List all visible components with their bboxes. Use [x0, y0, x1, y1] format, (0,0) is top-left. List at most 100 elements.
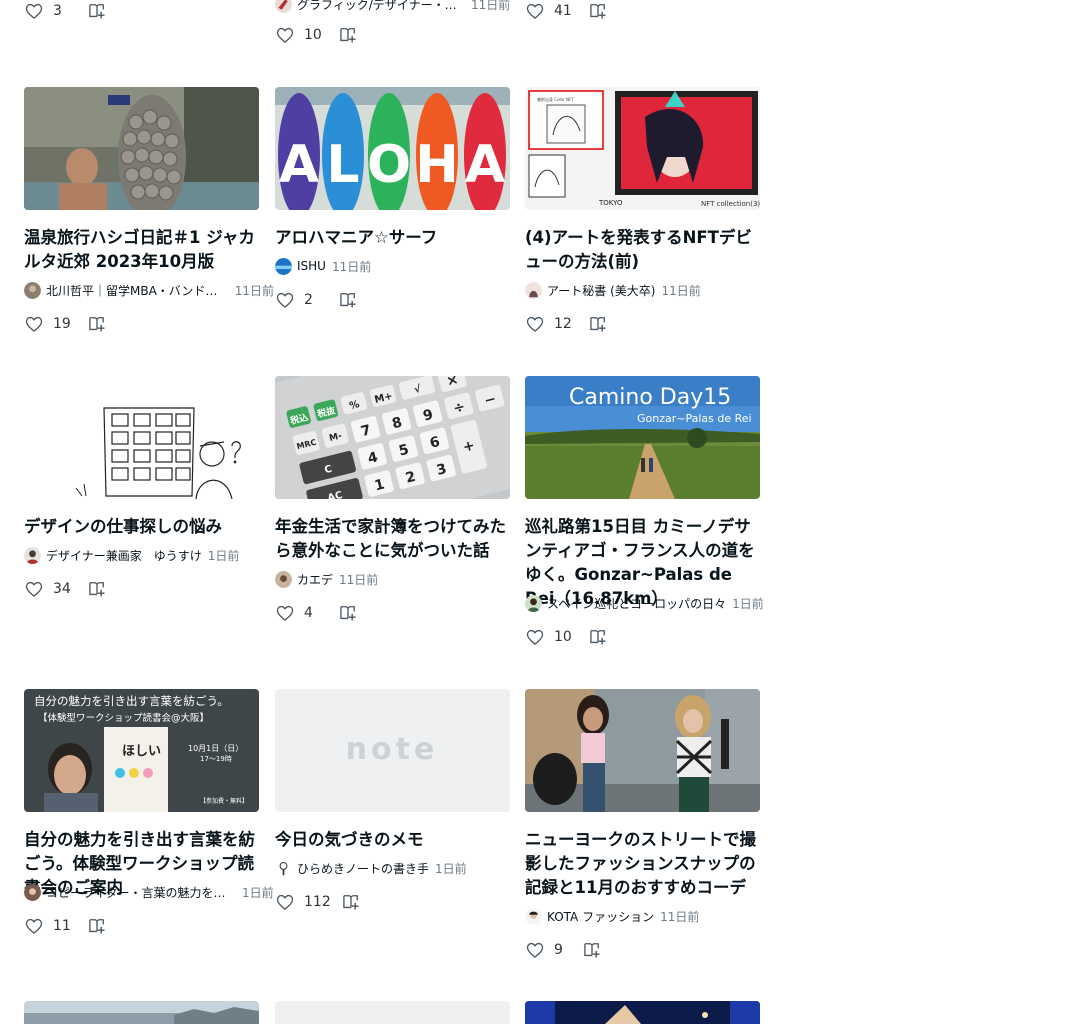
- author-line: デザイナー兼画家 ゆうすけ 1日前: [24, 546, 274, 564]
- avatar[interactable]: [24, 546, 41, 564]
- avatar[interactable]: [525, 594, 542, 612]
- like-count: 2: [304, 292, 313, 308]
- avatar[interactable]: [275, 257, 292, 275]
- like-icon[interactable]: [275, 603, 295, 623]
- like-count: 12: [554, 316, 572, 332]
- workshop-subheading: 【体験型ワークショップ読書会@大阪】: [38, 712, 209, 724]
- card-actions: 11: [24, 914, 107, 938]
- workshop-fee: 【参加費・無料】: [200, 797, 248, 805]
- author-name[interactable]: 北川哲平｜留学MBA・バンドン在住: [46, 282, 229, 299]
- publish-time: 11日前: [471, 0, 511, 12]
- workshop-heading: 自分の魅力を引き出す言葉を紡ごう。: [34, 694, 229, 708]
- add-to-magazine-icon[interactable]: [588, 627, 608, 647]
- like-icon[interactable]: [275, 25, 295, 45]
- aloha-letter-1: A: [279, 135, 319, 195]
- like-count: 41: [554, 3, 572, 19]
- publish-time: 11日前: [331, 259, 372, 274]
- add-to-magazine-icon[interactable]: [338, 603, 358, 623]
- avatar[interactable]: [24, 281, 41, 299]
- publish-time: 1日前: [242, 885, 274, 900]
- add-to-magazine-icon[interactable]: [87, 1, 107, 21]
- note-logo: note: [346, 732, 439, 767]
- card-actions: 4: [275, 601, 358, 625]
- publish-time: 11日前: [661, 283, 701, 298]
- like-icon[interactable]: [24, 579, 44, 599]
- article-title[interactable]: (4)アートを発表するNFTデビューの方法(前): [525, 226, 765, 274]
- avatar[interactable]: [275, 570, 292, 588]
- article-thumbnail-partial[interactable]: [24, 1001, 259, 1024]
- add-to-magazine-icon[interactable]: [87, 579, 107, 599]
- article-thumbnail[interactable]: 税込 税抜 % M+ MRC M- 7 8 9 4 5 6 1 2 3 + ÷ …: [275, 376, 510, 499]
- card-actions: 41: [525, 0, 608, 23]
- like-icon[interactable]: [24, 916, 44, 936]
- author-line: コピーライター・言葉の魅力を引き出すワークショップ主宰 1日前: [24, 883, 274, 901]
- author-name[interactable]: スペイン巡礼とヨーロッパの日々: [547, 595, 726, 612]
- add-to-magazine-icon[interactable]: [87, 314, 107, 334]
- publish-time: 1日前: [435, 861, 467, 876]
- workshop-book-title: ほしい: [122, 744, 161, 759]
- add-to-magazine-icon[interactable]: [87, 916, 107, 936]
- article-thumbnail[interactable]: 美術出身 Color NFT TOKYO NFT collection(3): [525, 87, 760, 210]
- aloha-letter-2: L: [326, 135, 359, 195]
- article-thumbnail[interactable]: A L O H A: [275, 87, 510, 210]
- author-name[interactable]: ひらめきノートの書き手: [297, 860, 429, 877]
- like-icon[interactable]: [275, 290, 295, 310]
- author-name[interactable]: アート秘書 (美大卒): [547, 282, 655, 299]
- article-title[interactable]: ニューヨークのストリートで撮影したファッションスナップの記録と11月のおすすめコ…: [525, 828, 765, 900]
- author-name[interactable]: ISHU: [297, 259, 326, 273]
- like-icon[interactable]: [24, 314, 44, 334]
- article-thumbnail[interactable]: [24, 376, 259, 499]
- author-name[interactable]: グラフィック/デザイナー・イラストレーター: [297, 0, 465, 13]
- like-icon[interactable]: [24, 1, 44, 21]
- article-title[interactable]: デザインの仕事探しの悩み: [24, 515, 264, 539]
- like-count: 3: [53, 3, 62, 19]
- add-to-magazine-icon[interactable]: [582, 940, 602, 960]
- like-icon[interactable]: [525, 940, 545, 960]
- add-to-magazine-icon[interactable]: [588, 314, 608, 334]
- article-thumbnail[interactable]: Camino Day15 Gonzar~Palas de Rei: [525, 376, 760, 499]
- publish-time: 11日前: [660, 909, 700, 924]
- article-title[interactable]: 温泉旅行ハシゴ日記＃1 ジャカルタ近郊 2023年10月版: [24, 226, 264, 274]
- avatar[interactable]: [525, 281, 542, 299]
- author-name[interactable]: KOTA ファッション: [547, 908, 654, 925]
- add-to-magazine-icon[interactable]: [338, 25, 358, 45]
- like-icon[interactable]: [525, 314, 545, 334]
- like-icon[interactable]: [275, 892, 295, 912]
- avatar[interactable]: [275, 859, 292, 877]
- author-name[interactable]: コピーライター・言葉の魅力を引き出すワークショップ主宰: [46, 884, 236, 901]
- author-line: ひらめきノートの書き手 1日前: [275, 859, 525, 877]
- card-actions: 9: [525, 938, 602, 962]
- article-title[interactable]: 年金生活で家計簿をつけてみたら意外なことに気がついた話: [275, 515, 515, 563]
- card-actions: 10: [525, 625, 608, 649]
- like-icon[interactable]: [525, 627, 545, 647]
- author-line: 北川哲平｜留学MBA・バンドン在住 11日前: [24, 281, 274, 299]
- article-thumbnail[interactable]: note: [275, 689, 510, 812]
- like-count: 34: [53, 581, 71, 597]
- article-title[interactable]: アロハマニア☆サーフ: [275, 226, 515, 250]
- article-thumbnail[interactable]: [24, 87, 259, 210]
- card-actions: 2: [275, 288, 358, 312]
- article-thumbnail[interactable]: [525, 689, 760, 812]
- avatar[interactable]: [24, 883, 41, 901]
- article-title[interactable]: 今日の気づきのメモ: [275, 828, 515, 852]
- publish-time: 1日前: [732, 596, 764, 611]
- camino-title: Camino Day15: [569, 385, 731, 410]
- article-thumbnail[interactable]: 自分の魅力を引き出す言葉を紡ごう。 【体験型ワークショップ読書会@大阪】 ほしい…: [24, 689, 259, 812]
- author-name[interactable]: デザイナー兼画家 ゆうすけ: [46, 547, 202, 564]
- avatar[interactable]: [275, 0, 292, 13]
- like-count: 10: [304, 27, 322, 43]
- like-count: 4: [304, 605, 313, 621]
- add-to-magazine-icon[interactable]: [588, 1, 608, 21]
- aloha-letter-3: O: [367, 135, 411, 195]
- author-name[interactable]: カエデ: [297, 571, 333, 588]
- avatar[interactable]: [525, 907, 542, 925]
- add-to-magazine-icon[interactable]: [341, 892, 361, 912]
- nft-city-label: TOKYO: [598, 199, 623, 207]
- like-icon[interactable]: [525, 1, 545, 21]
- nft-small-label: 美術出身 Color NFT: [537, 96, 574, 102]
- nft-collection-label: NFT collection(3): [701, 200, 760, 208]
- author-line: ISHU 11日前: [275, 257, 525, 275]
- article-thumbnail-partial[interactable]: [525, 1001, 760, 1024]
- add-to-magazine-icon[interactable]: [338, 290, 358, 310]
- article-thumbnail-partial[interactable]: [275, 1001, 510, 1024]
